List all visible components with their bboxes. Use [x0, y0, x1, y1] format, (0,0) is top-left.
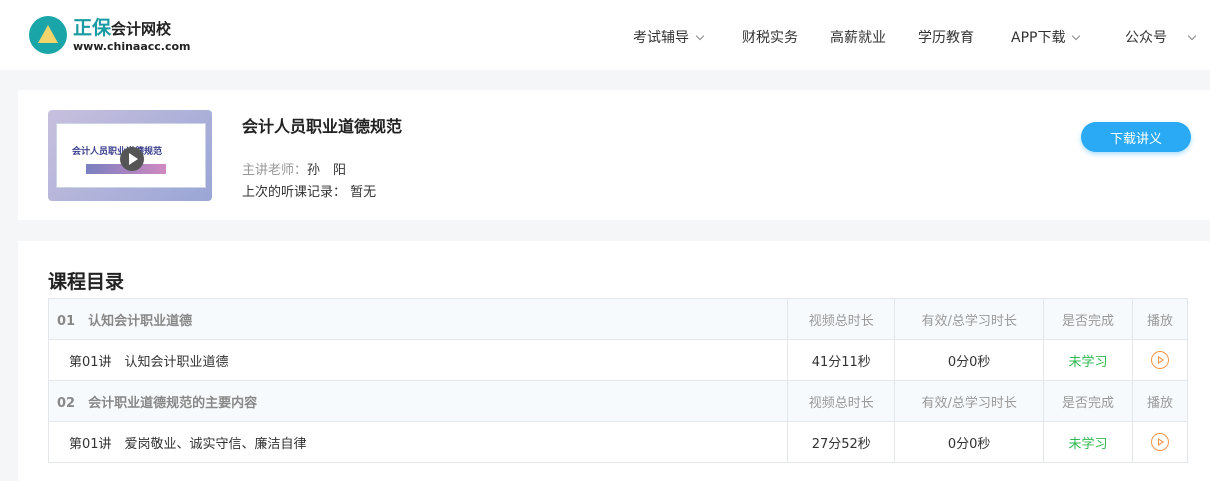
catalog-panel: 课程目录 01 认知会计职业道德 视频总时长 有效/总学习时长 是否完成 播放 第01讲 … [18, 241, 1210, 481]
nav-wechat[interactable]: 公众号 [1125, 27, 1197, 47]
play-circle-icon[interactable] [1151, 351, 1169, 369]
header: 正保会计网校 www.chinaacc.com 考试辅导 财税实务 高薪就业 学… [0, 0, 1210, 70]
logo[interactable]: 正保会计网校 www.chinaacc.com [29, 16, 191, 54]
record-info: 上次的听课记录： 暂无 [242, 181, 376, 200]
play-header: 播放 [1132, 298, 1188, 340]
teacher-info: 主讲老师：孙 阳 [242, 159, 346, 178]
lesson-duration: 27分52秒 [787, 421, 896, 463]
play-cell [1132, 339, 1188, 381]
thumbnail-title: 会计人员职业道德规范 [72, 147, 163, 157]
nav-exam[interactable]: 考试辅导 [633, 27, 705, 47]
nav-jobs[interactable]: 高薪就业 [830, 27, 886, 47]
chevron-down-icon [1072, 31, 1081, 41]
status-header: 是否完成 [1043, 298, 1133, 340]
play-icon[interactable] [120, 147, 144, 171]
lesson-row[interactable]: 第01讲 爱岗敬业、诚实守信、廉洁自律 27分52秒 0分0秒 未学习 [47, 421, 1188, 463]
lesson-studied: 0分0秒 [894, 339, 1045, 381]
course-thumbnail[interactable]: 会计人员职业道德规范 [48, 110, 212, 201]
chapter-row: 02 会计职业道德规范的主要内容 视频总时长 有效/总学习时长 是否完成 播放 [47, 380, 1188, 422]
lesson-title[interactable]: 第01讲 爱岗敬业、诚实守信、廉洁自律 [47, 421, 789, 463]
logo-name: 会计网校 [111, 20, 172, 38]
play-cell [1132, 421, 1188, 463]
course-title: 会计人员职业道德规范 [242, 117, 403, 136]
catalog-title: 课程目录 [48, 271, 125, 293]
lesson-title[interactable]: 第01讲 认知会计职业道德 [47, 339, 789, 381]
nav-label: 财税实务 [742, 30, 798, 46]
record-value: 暂无 [350, 185, 377, 200]
course-card: 会计人员职业道德规范 会计人员职业道德规范 主讲老师：孙 阳 上次的听课记录： … [18, 90, 1210, 220]
chapter-title: 01 认知会计职业道德 [47, 298, 789, 340]
chevron-down-icon [695, 31, 705, 41]
logo-icon [29, 16, 67, 54]
play-circle-icon[interactable] [1151, 433, 1169, 451]
record-label: 上次的听课记录： [242, 185, 347, 200]
chapter-title: 02 会计职业道德规范的主要内容 [47, 380, 789, 422]
lesson-status: 未学习 [1043, 339, 1133, 381]
nav-label: 高薪就业 [830, 30, 886, 46]
play-header: 播放 [1132, 380, 1188, 422]
download-notes-button[interactable]: 下载讲义 [1081, 122, 1191, 152]
teacher-name: 孙 阳 [307, 163, 347, 178]
nav-tax[interactable]: 财税实务 [742, 27, 798, 47]
chapter-row: 01 认知会计职业道德 视频总时长 有效/总学习时长 是否完成 播放 [47, 298, 1188, 340]
studied-header: 有效/总学习时长 [894, 298, 1045, 340]
lesson-duration: 41分11秒 [787, 339, 896, 381]
lesson-studied: 0分0秒 [894, 421, 1045, 463]
duration-header: 视频总时长 [787, 380, 896, 422]
nav-label: APP下载 [1011, 30, 1066, 46]
logo-url: www.chinaacc.com [73, 40, 191, 53]
lesson-row[interactable]: 第01讲 认知会计职业道德 41分11秒 0分0秒 未学习 [47, 339, 1188, 381]
status-header: 是否完成 [1043, 380, 1133, 422]
nav-label: 学历教育 [918, 30, 974, 46]
nav-app[interactable]: APP下载 [1011, 27, 1081, 47]
lesson-status: 未学习 [1043, 421, 1133, 463]
teacher-label: 主讲老师： [242, 163, 308, 178]
chevron-down-icon [1187, 31, 1197, 41]
nav-label: 考试辅导 [633, 30, 689, 46]
logo-brand: 正保 [73, 17, 112, 39]
duration-header: 视频总时长 [787, 298, 896, 340]
studied-header: 有效/总学习时长 [894, 380, 1045, 422]
nav-education[interactable]: 学历教育 [918, 27, 974, 47]
catalog-table: 01 认知会计职业道德 视频总时长 有效/总学习时长 是否完成 播放 第01讲 认知会计职… [47, 298, 1188, 463]
nav-label: 公众号 [1125, 30, 1167, 46]
